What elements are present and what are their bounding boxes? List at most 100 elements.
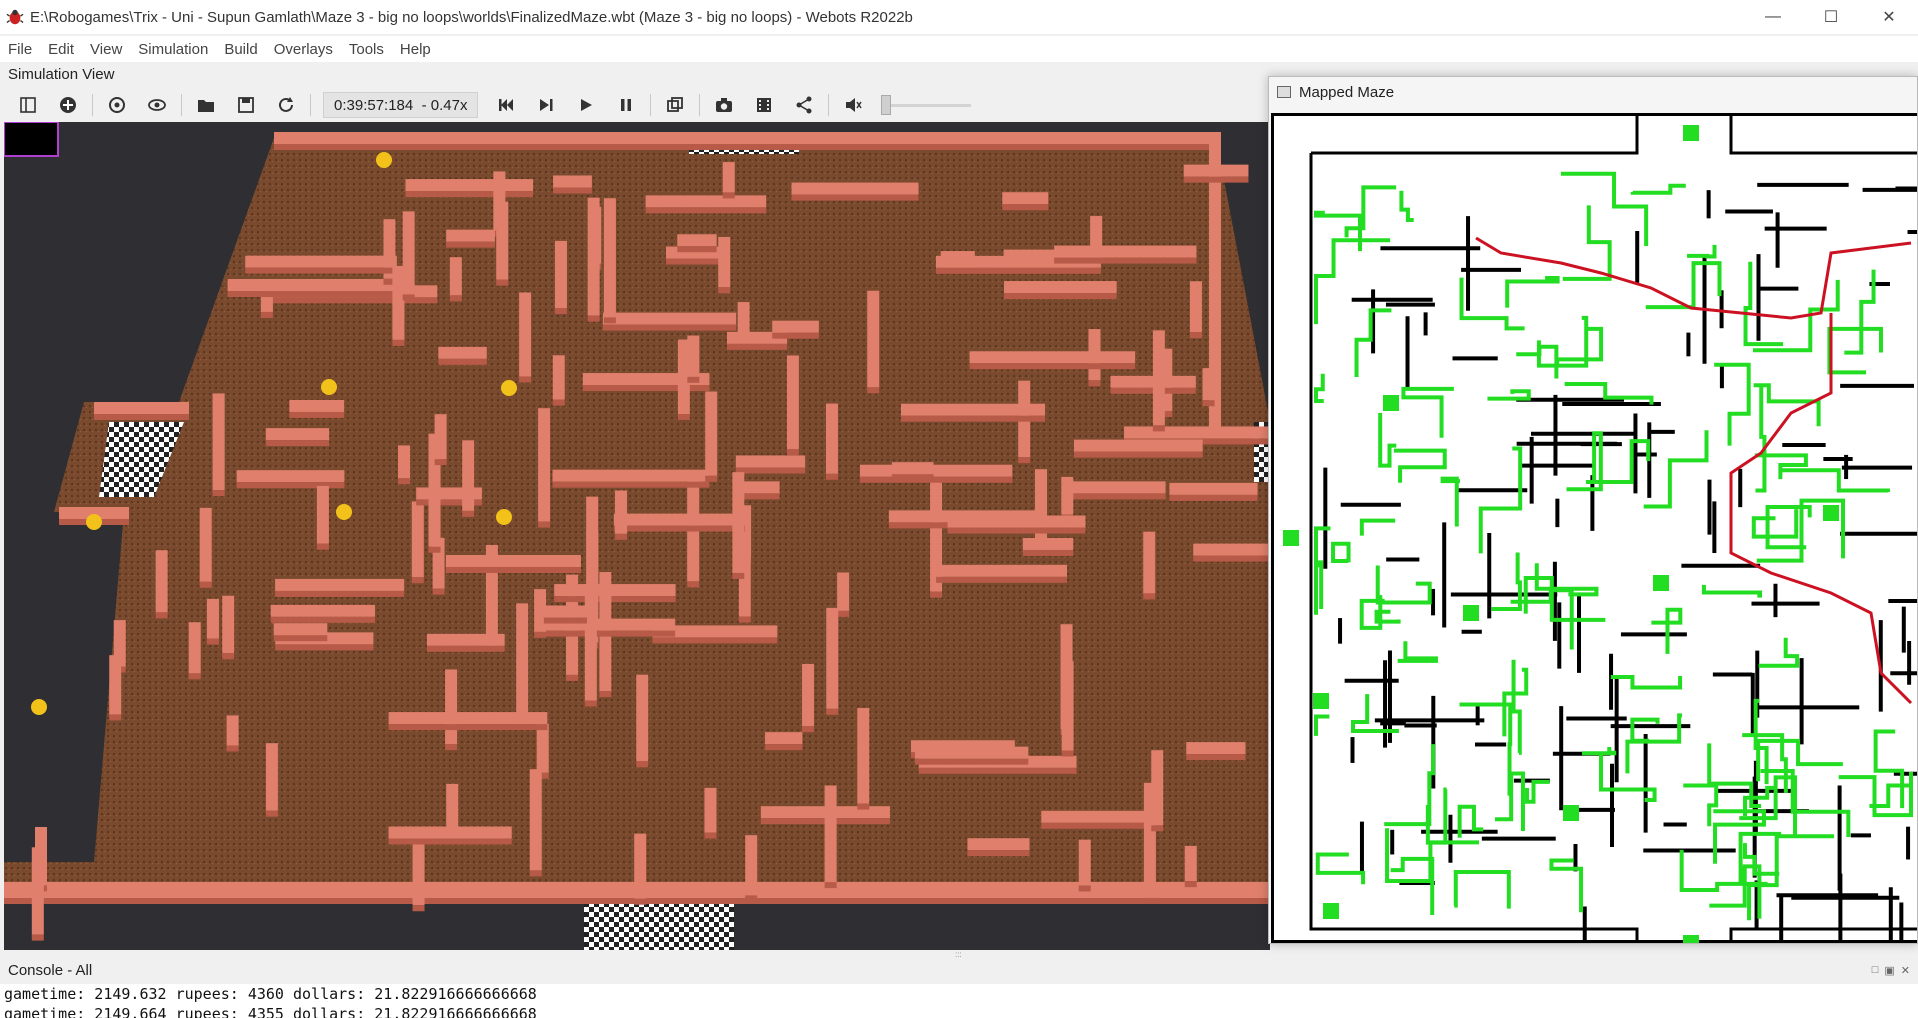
menu-edit[interactable]: Edit xyxy=(40,41,82,58)
maze-wall-side xyxy=(599,691,612,698)
maze-wall xyxy=(705,391,718,476)
maze-wall-side xyxy=(316,543,329,550)
maze-wall xyxy=(155,550,168,613)
menu-bar: File Edit View Simulation Build Overlays… xyxy=(0,36,1918,62)
splitter-handle[interactable]: ::: xyxy=(955,950,965,959)
screenshot-icon[interactable] xyxy=(704,90,744,120)
share-icon[interactable] xyxy=(784,90,824,120)
menu-simulation[interactable]: Simulation xyxy=(130,41,216,58)
view-options-icon[interactable] xyxy=(137,90,177,120)
maze-wall-side xyxy=(1088,380,1101,387)
menu-tools[interactable]: Tools xyxy=(341,41,392,58)
maze-wall xyxy=(791,182,919,195)
maze-wall xyxy=(552,355,565,400)
reset-view-icon[interactable] xyxy=(97,90,137,120)
maze-wall-side xyxy=(1002,204,1049,211)
console-line: gametime: 2149.632 rupees: 4360 dollars:… xyxy=(4,985,537,1003)
maze-wall xyxy=(735,455,806,468)
maze-wall xyxy=(837,572,850,611)
close-icon[interactable]: ✕ xyxy=(1860,0,1918,34)
maze-wall xyxy=(1186,742,1246,755)
maze-wall xyxy=(786,355,799,450)
maze-wall xyxy=(273,623,328,636)
maze-wall xyxy=(1143,531,1156,594)
menu-file[interactable]: File xyxy=(0,41,40,58)
maze-wall xyxy=(553,175,592,188)
mapped-maze-drawing xyxy=(1271,113,1917,943)
menu-build[interactable]: Build xyxy=(216,41,265,58)
step-back-icon[interactable] xyxy=(486,90,526,120)
maze-wall xyxy=(704,787,717,833)
mapped-maze-window[interactable]: Mapped Maze xyxy=(1268,76,1918,944)
maze-wall-side xyxy=(402,294,415,301)
maze-wall-side xyxy=(289,411,345,418)
pause-icon[interactable] xyxy=(606,90,646,120)
maze-wall-side xyxy=(543,617,588,624)
maze-wall-side xyxy=(94,414,189,420)
maze-wall-side xyxy=(274,144,1214,150)
add-node-icon[interactable] xyxy=(48,90,88,120)
console-output[interactable]: gametime: 2149.632 rupees: 4360 dollars:… xyxy=(0,984,1918,1018)
maze-wall-side xyxy=(1078,885,1091,892)
console-close-icon[interactable]: ✕ xyxy=(1901,964,1910,977)
record-movie-icon[interactable] xyxy=(744,90,784,120)
window-titlebar: E:\Robogames\Trix - Uni - Supun Gamlath\… xyxy=(0,0,1918,34)
maze-wall-side xyxy=(245,267,397,274)
maze-wall-side xyxy=(462,510,475,517)
scene-tree-icon[interactable] xyxy=(8,90,48,120)
maze-wall xyxy=(1041,810,1161,823)
console-maximize-icon[interactable]: ▣ xyxy=(1884,964,1894,977)
console-label: Console - All xyxy=(8,961,93,979)
view-3d-icon[interactable] xyxy=(655,90,695,120)
minimize-icon[interactable]: — xyxy=(1744,0,1802,34)
step-icon[interactable] xyxy=(526,90,566,120)
run-icon[interactable] xyxy=(566,90,606,120)
maze-wall xyxy=(636,674,649,762)
toolbar-separator xyxy=(310,94,311,116)
maze-wall xyxy=(462,440,475,511)
reload-world-icon[interactable] xyxy=(266,90,306,120)
maze-3d-render xyxy=(4,122,1270,950)
mapped-maze-titlebar: Mapped Maze xyxy=(1269,77,1917,107)
maze-wall xyxy=(1169,482,1258,495)
maze-wall-side xyxy=(718,287,731,294)
volume-slider-knob[interactable] xyxy=(881,95,892,115)
simulation-3d-view[interactable] xyxy=(4,122,1270,950)
maze-wall-side xyxy=(534,631,547,638)
save-world-icon[interactable] xyxy=(226,90,266,120)
window-title: E:\Robogames\Trix - Uni - Supun Gamlath\… xyxy=(30,8,913,26)
maze-wall-side xyxy=(388,838,512,845)
maze-wall-side xyxy=(212,490,225,497)
maze-wall-side xyxy=(587,315,600,322)
maze-wall-side xyxy=(705,475,718,482)
maze-wall-side xyxy=(1022,549,1074,556)
maze-wall xyxy=(388,826,512,839)
maze-wall-side xyxy=(496,279,509,286)
maze-wall-side xyxy=(552,481,710,488)
volume-slider[interactable] xyxy=(881,92,972,118)
menu-overlays[interactable]: Overlays xyxy=(266,41,341,58)
maze-wall-side xyxy=(1069,493,1166,500)
menu-help[interactable]: Help xyxy=(392,41,439,58)
console-float-icon[interactable]: □ xyxy=(1872,964,1879,976)
maze-wall xyxy=(496,201,509,280)
maze-wall xyxy=(188,622,201,674)
maze-wall-side xyxy=(226,745,239,752)
open-world-icon[interactable] xyxy=(186,90,226,120)
menu-view[interactable]: View xyxy=(82,41,130,58)
maze-wall xyxy=(677,234,717,247)
maximize-icon[interactable]: ☐ xyxy=(1802,0,1860,34)
maze-wall xyxy=(857,708,870,804)
maze-wall-side xyxy=(1184,881,1197,888)
gold-ball xyxy=(86,514,102,530)
maze-wall-side xyxy=(704,832,717,839)
maze-wall xyxy=(1184,845,1197,882)
maze-wall xyxy=(1078,839,1091,886)
maze-wall xyxy=(915,746,1029,759)
maze-wall xyxy=(554,240,567,309)
maze-wall xyxy=(967,838,1030,851)
sound-icon[interactable] xyxy=(833,90,873,120)
maze-wall-side xyxy=(260,311,273,318)
maze-wall-side xyxy=(935,267,1101,274)
maze-wall-side xyxy=(1004,293,1117,300)
